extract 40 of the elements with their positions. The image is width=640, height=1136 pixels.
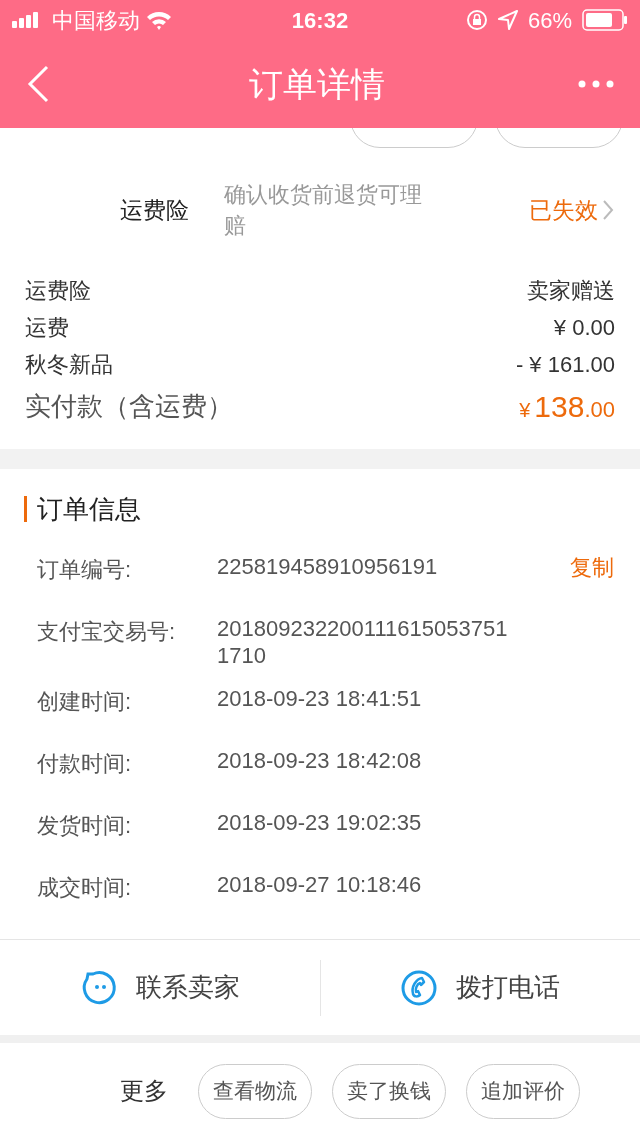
fee-label: 运费 xyxy=(25,314,69,342)
contact-button[interactable]: 拨打电话 xyxy=(319,959,640,1016)
info-label: 发货时间: xyxy=(37,812,133,840)
fee-value: ¥ 0.00 xyxy=(553,314,615,342)
fee-value: - ¥ 161.00 xyxy=(515,351,615,379)
fee-label: 运费险 xyxy=(25,277,91,305)
info-value: 2018092322001116150537511710 xyxy=(217,615,509,670)
section-title: 订单信息 xyxy=(37,492,141,526)
info-label: 付款时间: xyxy=(37,750,133,778)
info-label: 创建时间: xyxy=(37,688,133,716)
info-label: 成交时间: xyxy=(37,874,133,902)
fee-label: 秋冬新品 xyxy=(25,351,113,379)
insurance-description: 确认收货前退货可理赔 xyxy=(224,181,423,240)
carrier-name: 中国移动 xyxy=(52,6,140,35)
phone-icon xyxy=(400,968,439,1007)
total-decimal: .00 xyxy=(584,395,615,424)
wifi-icon xyxy=(146,10,172,30)
chevron-right-icon xyxy=(602,199,614,221)
more-label: 更多 xyxy=(120,1076,168,1106)
total-label: 实付款（含运费） xyxy=(25,389,233,423)
insurance-label: 运费险 xyxy=(120,195,190,225)
location-icon xyxy=(497,10,518,30)
status-time: 16:32 xyxy=(290,6,350,35)
page-title: 订单详情 xyxy=(248,63,386,105)
info-label: 支付宝交易号: xyxy=(37,618,177,646)
info-label: 订单编号: xyxy=(37,556,133,584)
info-value: 2018-09-23 18:41:51 xyxy=(217,685,423,713)
info-value: 2018-09-27 10:18:46 xyxy=(217,871,423,899)
rotation-lock-icon xyxy=(465,9,488,31)
battery-icon xyxy=(582,9,628,31)
info-value: 225819458910956191 xyxy=(217,553,439,581)
fee-value: 卖家赠送 xyxy=(527,277,615,305)
contact-button[interactable]: 联系卖家 xyxy=(0,968,320,1007)
info-value: 2018-09-23 18:42:08 xyxy=(217,747,423,775)
battery-percent: 66% xyxy=(527,6,572,35)
info-value: 2018-09-23 19:02:35 xyxy=(217,809,423,837)
insurance-status: 已失效 xyxy=(529,195,598,225)
total-amount: 138 xyxy=(534,388,585,425)
currency-symbol: ¥ xyxy=(519,397,531,423)
title-accent xyxy=(24,496,27,522)
